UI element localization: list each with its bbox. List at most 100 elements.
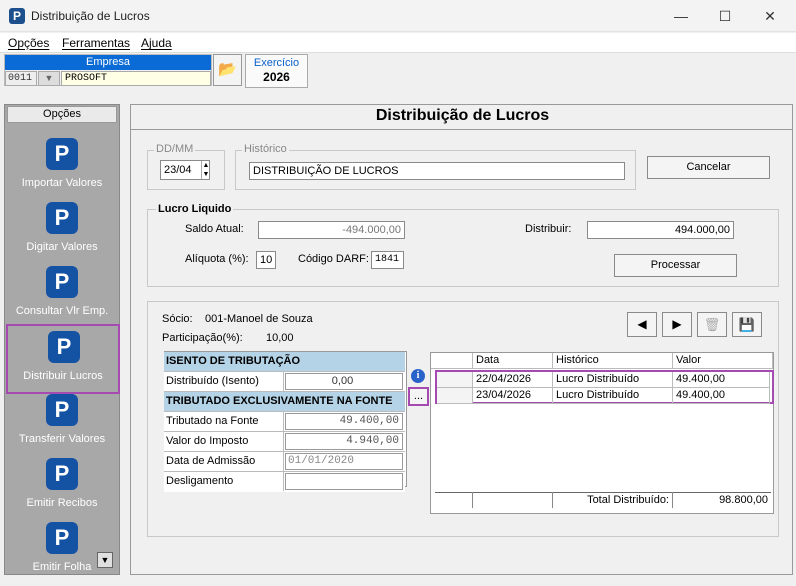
processar-button[interactable]: Processar	[614, 254, 737, 277]
p-logo-icon: P	[46, 266, 78, 298]
ddmm-label: DD/MM	[154, 143, 196, 155]
p-logo-icon: P	[46, 138, 78, 170]
folder-icon: 📂	[218, 61, 237, 78]
desligamento-row: Desligamento	[164, 472, 405, 492]
admissao-row: Data de Admissão 01/01/2020	[164, 452, 405, 472]
socio-value: 001-Manoel de Souza	[205, 313, 313, 325]
admissao-label: Data de Admissão	[164, 452, 284, 471]
lucro-liquido-group: Lucro Liquido Saldo Atual: -494.000,00 D…	[147, 203, 779, 287]
arrow-right-icon: ▶	[672, 317, 682, 331]
sidebar-item-label: Importar Valores	[21, 177, 103, 189]
aliquota-input[interactable]: 10	[256, 251, 276, 269]
delete-button[interactable]: 🗑	[697, 312, 727, 337]
sidebar-item-label: Distribuir Lucros	[23, 370, 103, 382]
tributado-field: 49.400,00	[285, 413, 403, 430]
delete-doc-icon: 🗑	[703, 317, 721, 332]
arrow-left-icon: ◀	[637, 317, 647, 331]
distribuido-label: Distribuído (Isento)	[164, 372, 284, 391]
historico-label: Histórico	[242, 143, 289, 155]
menu-ferramentas[interactable]: Ferramentas	[62, 36, 130, 50]
menu-ajuda[interactable]: Ajuda	[141, 36, 172, 50]
spin-down-icon[interactable]: ▼	[201, 170, 210, 179]
empresa-name-field[interactable]: PROSOFT	[61, 71, 211, 86]
minimize-icon[interactable]: —	[659, 0, 703, 32]
grid-cell-historico[interactable]: Lucro Distribuído	[553, 372, 673, 388]
ddmm-group: DD/MM 23/04 ▲ ▼	[147, 143, 225, 190]
total-value: 98.800,00	[719, 494, 768, 506]
grid-header-data[interactable]: Data	[473, 353, 553, 369]
grid-cell-data[interactable]: 23/04/2026	[473, 388, 553, 404]
footer-rule	[435, 492, 771, 493]
distribution-grid: Data Histórico Valor 22/04/2026 Lucro Di…	[430, 352, 774, 514]
grid-cell-valor[interactable]: 49.400,00	[673, 372, 770, 388]
desligamento-input[interactable]	[285, 473, 403, 490]
maximize-icon[interactable]: ☐	[703, 0, 747, 32]
close-icon[interactable]: ✕	[748, 0, 792, 32]
saldo-field: -494.000,00	[258, 221, 405, 239]
spin-up-icon[interactable]: ▲	[201, 161, 210, 170]
cancel-button[interactable]: Cancelar	[647, 156, 770, 179]
darf-label: Código DARF:	[298, 253, 369, 265]
admissao-input[interactable]: 01/01/2020	[285, 453, 403, 470]
p-logo-icon: P	[46, 458, 78, 490]
grid-cell-historico[interactable]: Lucro Distribuído	[553, 388, 673, 404]
app-icon: P	[9, 8, 25, 24]
distribuir-label: Distribuir:	[525, 223, 572, 235]
sidebar-item-emitir-recibos[interactable]: P Emitir Recibos	[7, 458, 117, 522]
row-indicator[interactable]	[437, 372, 473, 388]
row-indicator[interactable]	[437, 388, 473, 404]
main-panel: Distribuição de Lucros DD/MM 23/04 ▲ ▼ H…	[130, 104, 793, 575]
p-logo-icon: P	[46, 202, 78, 234]
sidebar-item-distribuir-lucros[interactable]: P Distribuir Lucros	[6, 324, 120, 394]
p-logo-icon: P	[48, 331, 80, 363]
empresa-box: Empresa 0011 ▼ PROSOFT	[4, 54, 212, 86]
open-folder-button[interactable]: 📂	[213, 54, 242, 86]
sidebar-item-transferir-valores[interactable]: P Transferir Valores	[7, 394, 117, 458]
socio-label: Sócio:	[162, 313, 193, 325]
grid-header-valor[interactable]: Valor	[673, 353, 773, 369]
sidebar-item-importar-valores[interactable]: P Importar Valores	[7, 138, 117, 202]
saldo-label: Saldo Atual:	[185, 223, 244, 235]
p-logo-icon: P	[46, 394, 78, 426]
footer-divider	[472, 492, 473, 508]
save-button[interactable]: 💾	[732, 312, 762, 337]
sidebar-item-consultar-vlr-emp[interactable]: P Consultar Vlr Emp.	[7, 266, 117, 330]
sidebar-item-label: Consultar Vlr Emp.	[15, 305, 109, 317]
title-bar: P Distribuição de Lucros — ☐ ✕	[0, 0, 796, 32]
tributado-label: Tributado na Fonte	[164, 412, 284, 431]
grid-cell-valor[interactable]: 49.400,00	[673, 388, 770, 404]
participacao-value: 10,00	[266, 332, 294, 344]
p-logo-icon: P	[46, 522, 78, 554]
distribuir-input[interactable]: 494.000,00	[587, 221, 734, 239]
prev-button[interactable]: ◀	[627, 312, 657, 337]
historico-input[interactable]: DISTRIBUIÇÃO DE LUCROS	[249, 162, 625, 180]
darf-input[interactable]: 1841	[371, 251, 404, 269]
sidebar-item-label: Digitar Valores	[26, 241, 98, 253]
empresa-code-field[interactable]: 0011	[5, 71, 37, 86]
grid-header-historico[interactable]: Histórico	[553, 353, 673, 369]
historico-group: Histórico DISTRIBUIÇÃO DE LUCROS	[235, 143, 636, 190]
scroll-down-icon[interactable]: ▼	[97, 552, 113, 568]
info-icon[interactable]: i	[411, 369, 425, 383]
exercicio-box: Exercício 2026	[245, 54, 308, 88]
save-icon: 💾	[738, 317, 756, 332]
exercicio-label: Exercício	[253, 57, 300, 69]
total-label: Total Distribuído:	[587, 494, 669, 506]
distribuido-input[interactable]: 0,00	[285, 373, 403, 390]
participacao-label: Participação(%):	[162, 332, 243, 344]
grid-cell-data[interactable]: 22/04/2026	[473, 372, 553, 388]
next-button[interactable]: ▶	[662, 312, 692, 337]
isento-header: ISENTO DE TRIBUTAÇÃO	[164, 352, 405, 372]
sidebar: Opções P Importar Valores P Digitar Valo…	[4, 104, 120, 575]
imposto-label: Valor do Imposto	[164, 432, 284, 451]
ellipsis-button[interactable]: ...	[408, 387, 429, 406]
tributado-row: Tributado na Fonte 49.400,00	[164, 412, 405, 432]
menu-opcoes[interactable]: Opções	[8, 36, 49, 50]
empresa-dropdown-icon[interactable]: ▼	[38, 71, 60, 86]
sidebar-item-digitar-valores[interactable]: P Digitar Valores	[7, 202, 117, 266]
sidebar-item-label: Emitir Recibos	[26, 497, 98, 509]
title-divider	[131, 129, 792, 130]
distribuido-row: Distribuído (Isento) 0,00	[164, 372, 405, 392]
window-title: Distribuição de Lucros	[31, 9, 150, 23]
imposto-row: Valor do Imposto 4.940,00	[164, 432, 405, 452]
